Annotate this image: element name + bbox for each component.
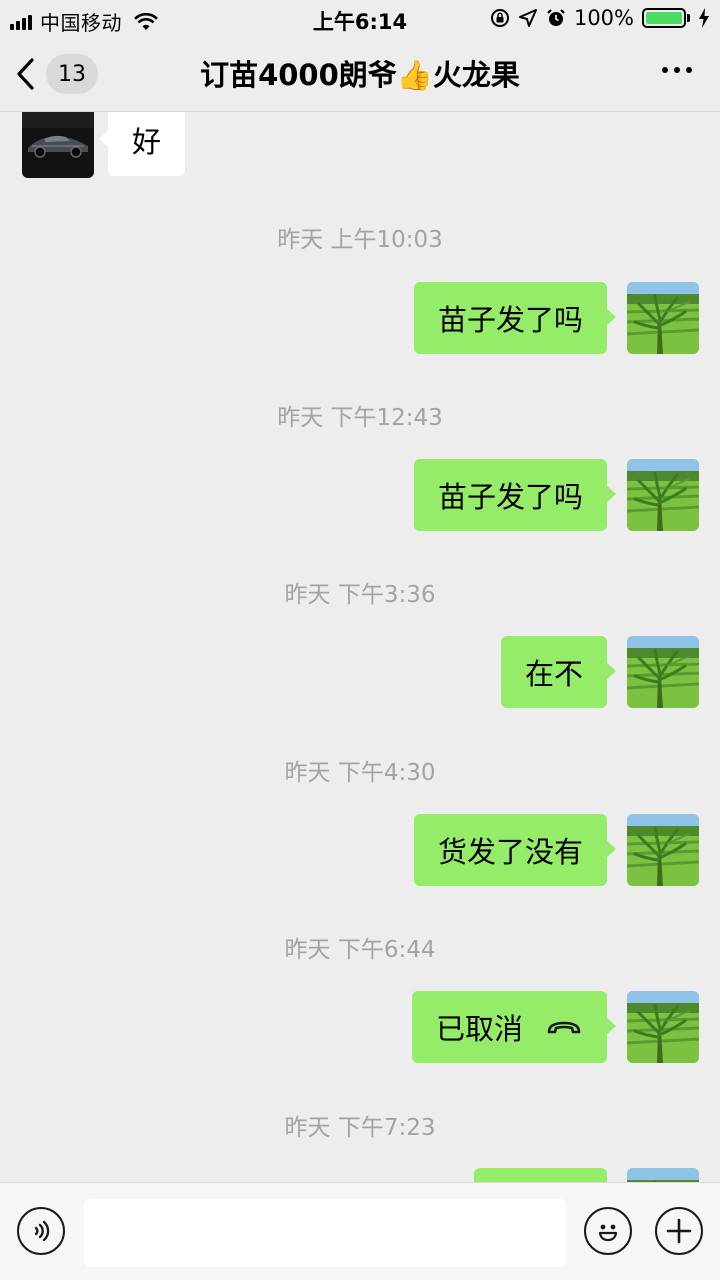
message-timestamp: 昨天 上午10:03 <box>277 227 443 253</box>
battery-fill <box>646 12 682 24</box>
message-bubble-incoming[interactable]: 好 <box>98 112 186 176</box>
location-icon <box>518 9 537 27</box>
voice-input-button[interactable] <box>17 1207 65 1255</box>
emoji-icon <box>598 1224 618 1242</box>
car-avatar-image <box>22 112 94 178</box>
call-status-text: 已取消 <box>435 1012 523 1046</box>
message-timestamp: 昨天 下午3:36 <box>284 582 436 608</box>
chat-header: 13 订苗4000朗爷👍火龙果 <box>0 38 720 112</box>
message-bubble-outgoing[interactable]: 苗子发了吗 <box>413 282 617 354</box>
input-toolbar <box>0 1182 720 1280</box>
alarm-icon <box>547 9 565 26</box>
status-bar: 中国移动 上午6:14 100% <box>0 0 720 38</box>
message-timestamp: 昨天 下午4:30 <box>284 760 436 786</box>
call-record-bubble[interactable]: 已取消 <box>411 991 617 1063</box>
message-input[interactable] <box>84 1199 566 1267</box>
voice-icon <box>34 1220 50 1242</box>
dragon-fruit-field-image <box>627 636 699 708</box>
my-avatar[interactable] <box>627 282 699 354</box>
chat-title: 订苗4000朗爷👍火龙果 <box>200 58 520 92</box>
message-bubble-outgoing[interactable]: 苗子发了吗 <box>413 459 617 531</box>
unread-count-badge: 13 <box>46 54 98 94</box>
chat-message-list[interactable]: 好 昨天 上午10:03 苗子发了吗 昨天 下午12:43 苗子发了吗 昨天 下… <box>0 112 720 1182</box>
battery-icon <box>642 8 690 28</box>
phone-hangup-icon <box>547 1021 581 1034</box>
contact-avatar[interactable] <box>22 112 94 178</box>
my-avatar[interactable] <box>627 991 699 1063</box>
message-bubble-outgoing-partial[interactable] <box>474 1168 607 1182</box>
my-avatar[interactable] <box>627 459 699 531</box>
dragon-fruit-field-image <box>627 459 699 531</box>
message-timestamp: 昨天 下午6:44 <box>284 937 436 963</box>
dragon-fruit-field-image <box>627 1168 699 1182</box>
battery-percent: 100% <box>573 6 634 30</box>
my-avatar[interactable] <box>627 1168 699 1182</box>
dragon-fruit-field-image <box>627 814 699 886</box>
back-button[interactable]: 13 <box>14 51 98 97</box>
message-timestamp: 昨天 下午7:23 <box>284 1115 436 1141</box>
my-avatar[interactable] <box>627 636 699 708</box>
charging-bolt-icon <box>699 8 709 28</box>
message-timestamp: 昨天 下午12:43 <box>277 405 443 431</box>
status-right: 100% <box>490 6 710 30</box>
chevron-left-icon <box>17 58 34 90</box>
more-dots-icon[interactable] <box>662 67 692 73</box>
plus-icon <box>666 1218 692 1244</box>
dragon-fruit-field-image <box>627 282 699 354</box>
message-bubble-outgoing[interactable]: 在不 <box>500 636 617 708</box>
dragon-fruit-field-image <box>627 991 699 1063</box>
emoji-button[interactable] <box>584 1207 632 1255</box>
my-avatar[interactable] <box>627 814 699 886</box>
more-functions-button[interactable] <box>655 1207 703 1255</box>
message-bubble-outgoing[interactable]: 货发了没有 <box>413 814 617 886</box>
rotation-lock-icon <box>490 9 509 27</box>
